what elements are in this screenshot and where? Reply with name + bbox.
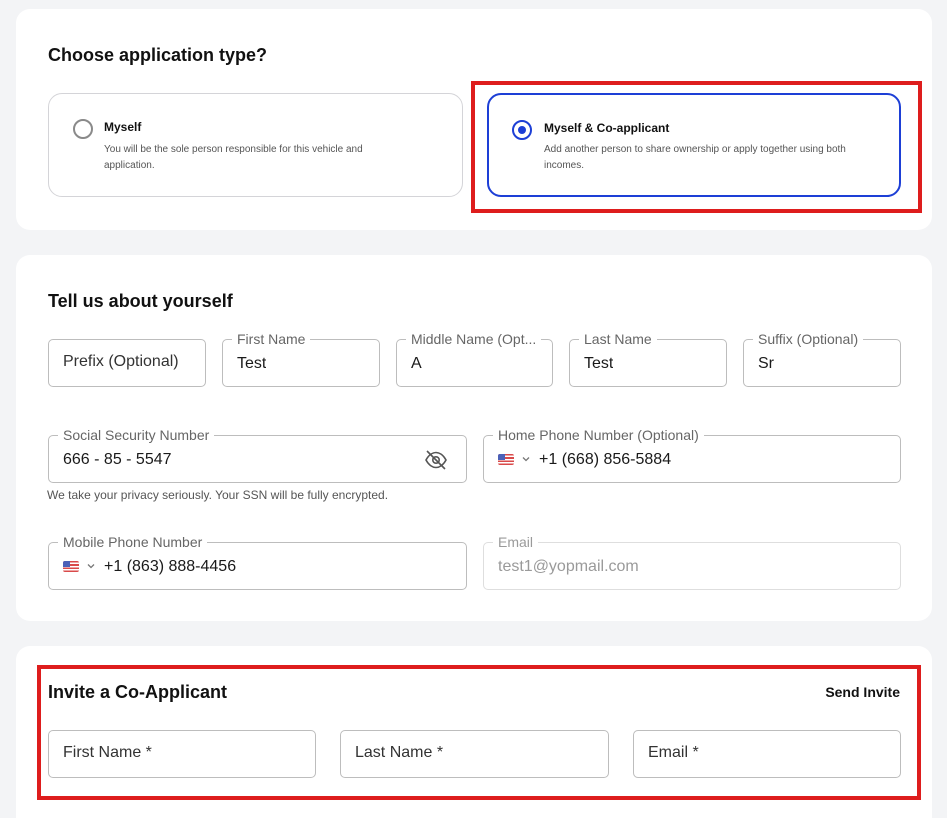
suffix-field[interactable]: Suffix (Optional) Sr <box>743 331 901 387</box>
application-type-title: Choose application type? <box>48 45 268 65</box>
last-name-field[interactable]: Last Name Test <box>569 331 727 387</box>
email-label: Email <box>493 534 539 550</box>
application-type-card: Choose application type? Myself You will… <box>16 9 932 230</box>
mobile-phone-value: +1 (863) 888-4456 <box>104 558 237 575</box>
last-name-value: Test <box>584 355 614 372</box>
first-name-label: First Name <box>232 331 311 347</box>
email-value: test1@yopmail.com <box>498 558 639 575</box>
invite-co-applicant-title: Invite a Co-Applicant <box>48 682 228 702</box>
chevron-down-icon[interactable] <box>86 561 96 571</box>
middle-name-label: Middle Name (Opt... <box>406 331 542 347</box>
suffix-value: Sr <box>758 355 774 372</box>
prefix-placeholder: Prefix (Optional) <box>63 353 179 370</box>
co-applicant-first-name-input[interactable]: First Name * <box>48 730 316 778</box>
radio-myself[interactable] <box>73 119 93 139</box>
option-myself-description: You will be the sole person responsible … <box>104 144 363 171</box>
co-applicant-first-name-placeholder: First Name * <box>63 744 152 761</box>
us-flag-icon[interactable] <box>498 454 514 465</box>
ssn-hint: We take your privacy seriously. Your SSN… <box>47 488 389 502</box>
eye-off-icon[interactable] <box>424 448 448 472</box>
middle-name-field[interactable]: Middle Name (Opt... A <box>396 331 553 387</box>
first-name-value: Test <box>237 355 267 372</box>
suffix-label: Suffix (Optional) <box>753 331 864 347</box>
chevron-down-icon[interactable] <box>521 454 531 464</box>
co-applicant-email-input[interactable]: Email * <box>633 730 901 778</box>
option-myself-title: Myself <box>104 120 142 134</box>
home-phone-field[interactable]: Home Phone Number (Optional) +1 (668) 85… <box>483 427 901 483</box>
option-co-applicant-description: Add another person to share ownership or… <box>544 144 846 171</box>
ssn-label: Social Security Number <box>58 427 215 443</box>
first-name-field[interactable]: First Name Test <box>222 331 380 387</box>
middle-name-value: A <box>411 355 422 372</box>
home-phone-value: +1 (668) 856-5884 <box>539 451 672 468</box>
home-phone-label: Home Phone Number (Optional) <box>493 427 704 443</box>
prefix-select[interactable]: Prefix (Optional) <box>48 339 206 387</box>
mobile-phone-label: Mobile Phone Number <box>58 534 208 550</box>
co-applicant-email-placeholder: Email * <box>648 744 699 761</box>
co-applicant-last-name-placeholder: Last Name * <box>355 744 444 761</box>
us-flag-icon[interactable] <box>63 561 79 572</box>
about-yourself-title: Tell us about yourself <box>48 291 233 311</box>
send-invite-button[interactable]: Send Invite <box>825 684 900 700</box>
ssn-field[interactable]: Social Security Number 666 - 85 - 5547 <box>48 427 467 483</box>
option-myself-and-co-applicant[interactable]: Myself & Co-applicant Add another person… <box>487 93 901 197</box>
mobile-phone-field[interactable]: Mobile Phone Number +1 (863) 888-4456 <box>48 534 467 590</box>
co-applicant-last-name-input[interactable]: Last Name * <box>340 730 609 778</box>
radio-myself-and-co-applicant[interactable] <box>512 120 532 140</box>
email-field: Email test1@yopmail.com <box>483 534 901 590</box>
option-myself[interactable]: Myself You will be the sole person respo… <box>48 93 463 197</box>
ssn-value: 666 - 85 - 5547 <box>63 451 172 468</box>
option-co-applicant-title: Myself & Co-applicant <box>544 121 670 135</box>
last-name-label: Last Name <box>579 331 657 347</box>
